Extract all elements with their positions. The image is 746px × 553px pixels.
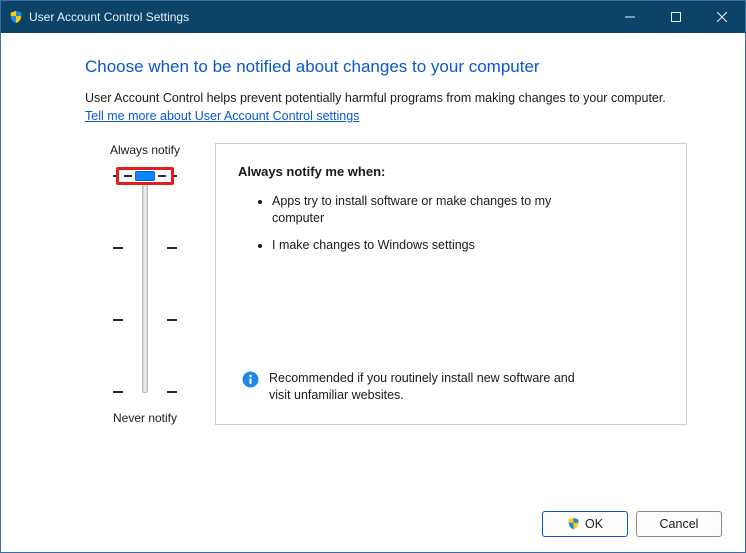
page-description: User Account Control helps prevent poten… bbox=[85, 91, 687, 105]
slider-thumb-highlight bbox=[116, 167, 174, 185]
minimize-button[interactable] bbox=[607, 1, 653, 33]
slider-tick bbox=[113, 391, 177, 393]
panel-title: Always notify me when: bbox=[238, 164, 664, 179]
panel-bullets: Apps try to install software or make cha… bbox=[238, 193, 664, 264]
recommendation-text: Recommended if you routinely install new… bbox=[269, 370, 589, 404]
ok-button[interactable]: OK bbox=[542, 511, 628, 537]
close-button[interactable] bbox=[699, 1, 745, 33]
info-panel: Always notify me when: Apps try to insta… bbox=[215, 143, 687, 425]
slider-label-top: Always notify bbox=[110, 143, 180, 157]
shield-icon bbox=[9, 10, 23, 24]
cancel-button[interactable]: Cancel bbox=[636, 511, 722, 537]
titlebar: User Account Control Settings bbox=[1, 1, 745, 33]
slider-thumb[interactable] bbox=[135, 171, 155, 181]
panel-bullet: Apps try to install software or make cha… bbox=[272, 193, 592, 227]
footer-buttons: OK Cancel bbox=[542, 511, 722, 537]
content-area: Choose when to be notified about changes… bbox=[1, 33, 745, 425]
learn-more-link[interactable]: Tell me more about User Account Control … bbox=[85, 109, 359, 123]
slider-rail bbox=[142, 175, 148, 393]
window-title: User Account Control Settings bbox=[29, 10, 189, 24]
ok-button-label: OK bbox=[585, 517, 603, 531]
notify-slider-column: Always notify Never notify bbox=[85, 143, 205, 425]
maximize-button[interactable] bbox=[653, 1, 699, 33]
panel-bullet: I make changes to Windows settings bbox=[272, 237, 592, 254]
notify-slider[interactable] bbox=[113, 169, 177, 399]
slider-label-bottom: Never notify bbox=[113, 411, 177, 425]
recommendation-row: Recommended if you routinely install new… bbox=[238, 370, 664, 404]
slider-tick bbox=[113, 319, 177, 321]
cancel-button-label: Cancel bbox=[660, 517, 699, 531]
shield-icon bbox=[567, 517, 581, 531]
page-heading: Choose when to be notified about changes… bbox=[85, 57, 687, 77]
info-icon bbox=[242, 371, 259, 388]
slider-tick bbox=[113, 247, 177, 249]
